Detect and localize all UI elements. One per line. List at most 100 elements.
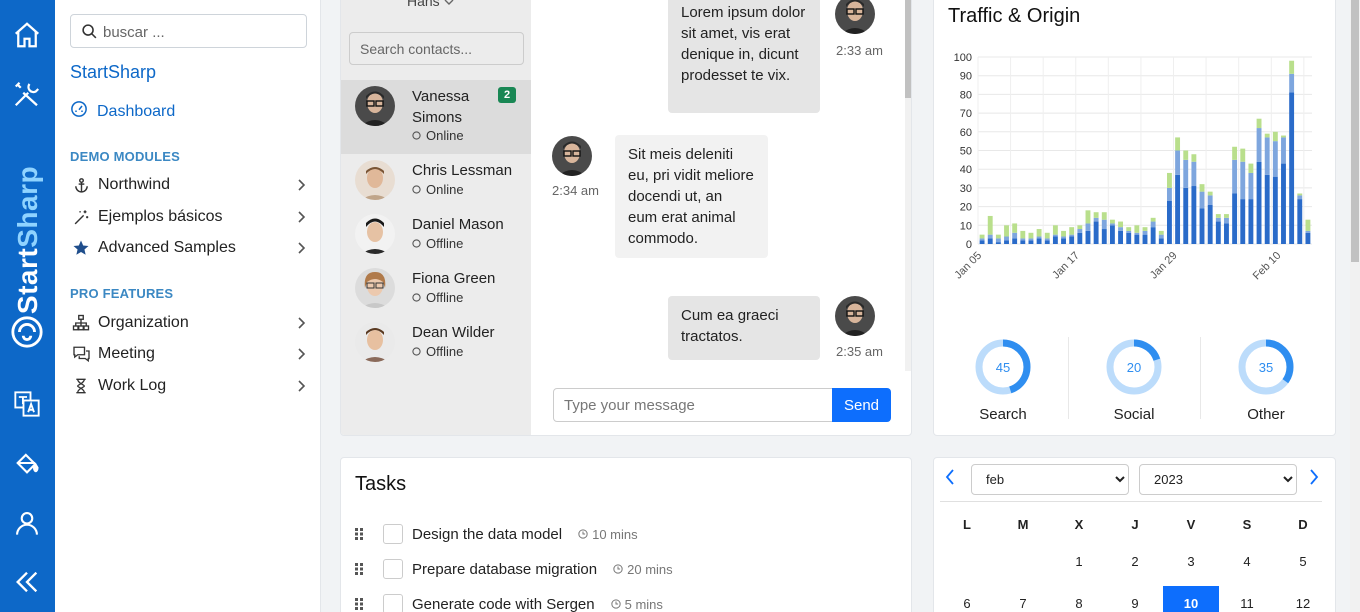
card-title: Traffic & Origin [948,5,1081,27]
status-dot-icon [412,128,421,143]
bar-segment [1004,225,1009,237]
bar-segment [995,238,1001,243]
next-month-button[interactable] [1308,468,1320,492]
avatar [355,268,395,308]
calendar-day[interactable]: 1 [1051,544,1107,580]
bar-segment [1028,240,1034,244]
sidebar-item-label: Work Log [98,377,167,394]
calendar-day[interactable]: 8 [1051,586,1107,612]
clock-icon [613,562,623,577]
translate-icon[interactable] [10,387,44,421]
contact-item[interactable]: Vanessa Simons Online 2 [341,80,531,154]
page-scrollbar[interactable] [1350,0,1360,612]
task-checkbox[interactable] [383,559,403,579]
calendar-card: feb 2023 L M X J V S D 1 2 3 4 5 6 7 8 9 10 11 12 [933,457,1336,612]
drag-handle-icon[interactable] [355,528,371,540]
contacts-search-input[interactable] [349,32,524,65]
chevron-right-icon [296,178,306,197]
weekday-header: L [963,517,971,532]
bar-segment [1215,214,1221,218]
month-select[interactable]: feb [971,464,1129,495]
calendar-day[interactable]: 2 [1107,544,1163,580]
paint-bucket-icon[interactable] [10,446,44,480]
task-item: Design the data model 10 mins [355,522,895,546]
task-duration: 5 mins [624,596,663,612]
bar-segment [1175,150,1181,175]
task-checkbox[interactable] [383,524,403,544]
calendar-day[interactable]: 9 [1107,586,1163,612]
year-select[interactable]: 2023 [1139,464,1297,495]
bar-segment [1232,146,1238,160]
contact-item[interactable]: Daniel Mason Offline [341,208,531,262]
calendar-day[interactable]: 12 [1275,586,1331,612]
bar-segment [1085,210,1091,224]
contact-name: Dean Wilder [412,324,495,341]
message-input[interactable] [553,388,833,422]
task-text: Generate code with Sergen [412,595,595,612]
bar-segment [1044,240,1050,244]
donut-label: Social [1113,406,1155,423]
x-tick-label: Jan 29 [1148,250,1180,282]
calendar-day[interactable]: 5 [1275,544,1331,580]
bar-segment [1232,159,1238,194]
contact-status: Offline [426,290,464,305]
collapse-icon[interactable] [10,565,44,599]
messages-scrollbar[interactable] [905,0,911,371]
bar-segment [979,234,985,239]
y-tick-label: 20 [960,202,972,214]
sidebar-item-advanced-samples[interactable]: Advanced Samples [70,236,310,260]
drag-handle-icon[interactable] [355,598,371,610]
y-tick-label: 0 [966,239,972,251]
calendar-day[interactable]: 11 [1219,586,1275,612]
home-icon[interactable] [10,18,44,52]
sidebar-item-work-log[interactable]: Work Log [70,374,310,398]
bar-segment [1134,232,1140,235]
sidebar-item-northwind[interactable]: Northwind [70,173,310,197]
calendar-day[interactable]: 7 [995,586,1051,612]
sidebar-search-input[interactable] [103,21,293,43]
tools-icon[interactable] [10,77,44,111]
bar-segment [1028,238,1034,241]
task-duration: 20 mins [627,561,673,577]
y-tick-label: 50 [960,146,972,158]
user-icon[interactable] [10,506,44,540]
send-button[interactable]: Send [832,388,891,422]
bar-segment [1281,163,1286,244]
weekday-header: J [1131,517,1139,532]
avatar [355,86,395,126]
sidebar-item-ejemplos[interactable]: Ejemplos básicos [70,205,310,229]
calendar-day[interactable]: 3 [1163,544,1219,580]
bar-segment [1052,236,1058,244]
contacts-header[interactable]: Hans [407,0,454,9]
calendar-day-selected[interactable]: 10 [1163,586,1219,612]
sitemap-icon [70,313,92,333]
prev-month-button[interactable] [944,468,956,492]
contact-item[interactable]: Dean Wilder Offline [341,316,531,370]
sidebar-brand-title[interactable]: StartSharp [70,62,156,83]
bar-segment [1289,60,1295,74]
calendar-day[interactable]: 4 [1219,544,1275,580]
sidebar-item-meeting[interactable]: Meeting [70,342,310,366]
status-dot-icon [412,344,421,359]
y-tick-label: 100 [954,52,972,64]
bar-segment [1118,227,1124,231]
contact-item[interactable]: Chris Lessman Online [341,154,531,208]
weekday-header: V [1186,517,1196,532]
avatar [835,0,875,34]
section-heading-pro: PRO FEATURES [70,286,174,301]
bar-segment [1264,174,1270,244]
chevron-right-icon [296,210,306,229]
sidebar-item-organization[interactable]: Organization [70,311,310,335]
calendar-day[interactable]: 6 [939,586,995,612]
drag-handle-icon[interactable] [355,563,371,575]
bar-segment [1052,234,1058,237]
contact-status: Offline [426,236,464,251]
bar-segment [1166,172,1172,188]
bar-segment [1297,193,1303,196]
sidebar-item-dashboard[interactable]: Dashboard [70,100,175,123]
contact-item[interactable]: Fiona Green Offline [341,262,531,316]
sidebar-search[interactable] [70,14,307,48]
task-checkbox[interactable] [383,594,403,612]
avatar [355,214,395,254]
bar-segment [1085,230,1091,244]
